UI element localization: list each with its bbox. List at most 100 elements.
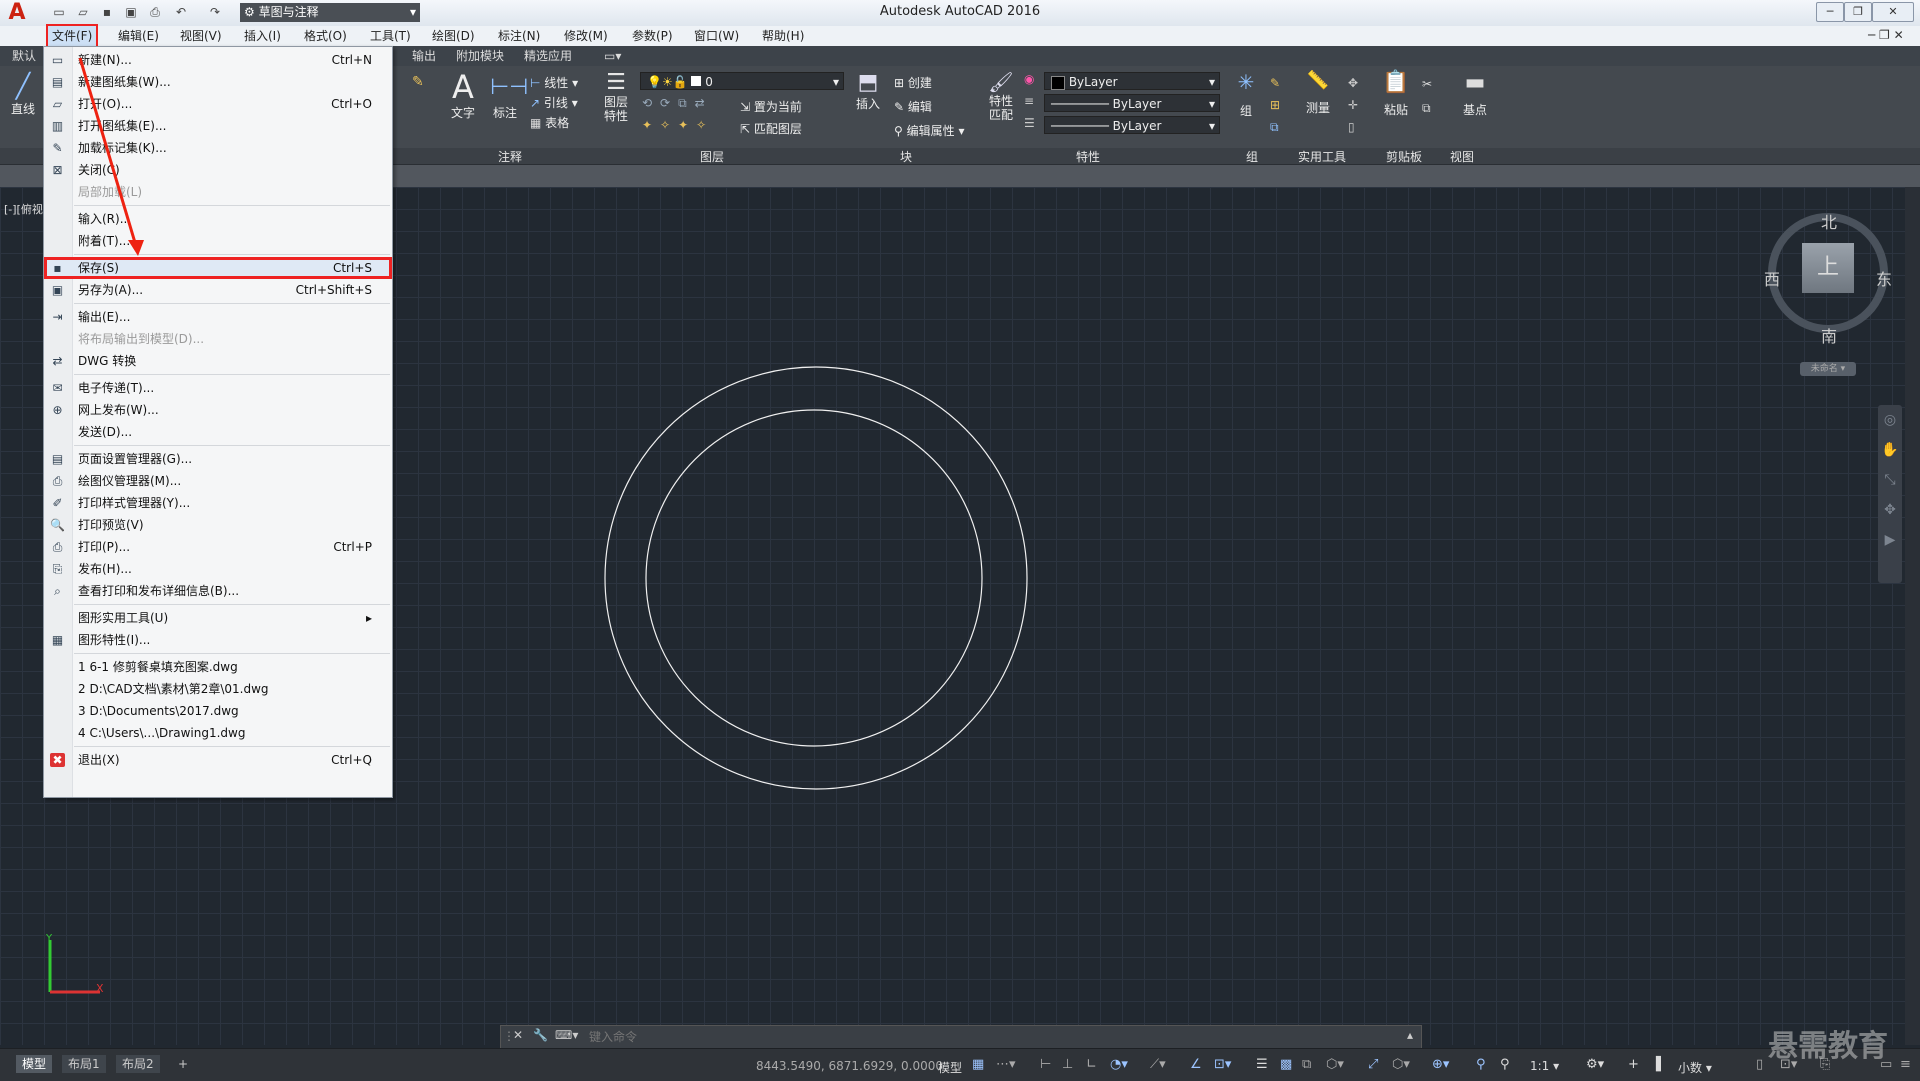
ortho-icon[interactable]: ∟: [1086, 1057, 1097, 1072]
customize-icon[interactable]: 🔧: [533, 1028, 548, 1042]
file-menu-item-30[interactable]: ✖ 退出(X) Ctrl+Q: [44, 749, 392, 771]
menu-edit[interactable]: 编辑(E): [114, 26, 163, 46]
zoom-icon[interactable]: ⤡: [1878, 465, 1902, 495]
file-menu-item-20[interactable]: 🔍 打印预览(V): [44, 514, 392, 536]
layer-tools-icons-2[interactable]: ✦✧✦✧: [642, 118, 714, 132]
utility-panel-title[interactable]: 实用工具: [1298, 148, 1346, 165]
group-tools-icons[interactable]: ✎ ⊞ ⧉: [1270, 72, 1280, 138]
menu-modify[interactable]: 修改(M): [560, 26, 612, 46]
edit-block-button[interactable]: ✎ 编辑: [894, 98, 932, 115]
add-layout-icon[interactable]: +: [172, 1055, 194, 1073]
polar-icon[interactable]: ◔▾: [1110, 1057, 1128, 1072]
menu-dimension[interactable]: 标注(N): [494, 26, 544, 46]
lock-ui-icon[interactable]: ▯: [1756, 1057, 1763, 1072]
menu-format[interactable]: 格式(O): [300, 26, 351, 46]
command-prompt-icon[interactable]: ⌨▾: [555, 1028, 578, 1042]
3d-osnap-icon[interactable]: ⬡▾: [1326, 1057, 1344, 1072]
file-menu-item-13[interactable]: ⇄ DWG 转换: [44, 350, 392, 372]
file-menu-item-29[interactable]: 4 C:\Users\...\Drawing1.dwg: [44, 722, 392, 744]
gizmo-icon[interactable]: ⊕▾: [1432, 1057, 1449, 1072]
doc-window-controls[interactable]: ─ ❐ ✕: [1868, 28, 1904, 42]
menu-insert[interactable]: 插入(I): [240, 26, 285, 46]
insert-block-button[interactable]: ⬒ 插入: [852, 70, 884, 112]
annotation-visibility-icon[interactable]: ⚲: [1476, 1057, 1486, 1072]
menu-tools[interactable]: 工具(T): [366, 26, 415, 46]
steering-wheel-icon[interactable]: ◎: [1878, 405, 1902, 435]
tab-featured-apps[interactable]: 精选应用: [524, 48, 572, 64]
units-dropdown[interactable]: 小数 ▾: [1678, 1059, 1712, 1076]
file-menu-item-26[interactable]: 1 6-1 修剪餐桌填充图案.dwg: [44, 656, 392, 678]
minimize-button[interactable]: ─: [1816, 2, 1844, 22]
grid-icon[interactable]: ▦: [972, 1057, 984, 1072]
file-menu-item-24[interactable]: 图形实用工具(U) ▸: [44, 607, 392, 629]
layer-dropdown[interactable]: 💡☀🔓 0 ▾: [640, 72, 844, 90]
file-menu-item-9[interactable]: ▪ 保存(S) Ctrl+S: [44, 257, 392, 279]
file-menu-item-1[interactable]: ▤ 新建图纸集(W)...: [44, 71, 392, 93]
customization-icon[interactable]: ≡: [1900, 1057, 1911, 1072]
tab-output[interactable]: 输出: [412, 48, 436, 64]
table-button[interactable]: ▦ 表格: [530, 114, 569, 131]
layout-tab-1[interactable]: 布局1: [62, 1055, 106, 1073]
match-layer-button[interactable]: ⇱ 匹配图层: [740, 120, 802, 137]
file-menu-item-5[interactable]: ⊠ 关闭(C): [44, 159, 392, 181]
layer-tools-icons[interactable]: ⟲⟳⧉⇄: [642, 96, 713, 111]
lineweight-toggle-icon[interactable]: ☰: [1256, 1057, 1268, 1072]
maximize-button[interactable]: ❐: [1844, 2, 1872, 22]
text-tool-button[interactable]: A 文字: [448, 70, 478, 121]
isodraft-icon[interactable]: ⟋▾: [1150, 1057, 1166, 1072]
pan-icon[interactable]: ✋: [1878, 435, 1902, 465]
paste-button[interactable]: 📋 粘贴: [1380, 70, 1412, 118]
color-dropdown[interactable]: ByLayer ▾: [1044, 72, 1220, 90]
group-button[interactable]: ✳ 组: [1232, 70, 1260, 119]
annotation-monitor-icon[interactable]: +: [1628, 1057, 1639, 1072]
viewcube-west[interactable]: 西: [1764, 266, 1780, 290]
command-input[interactable]: [587, 1027, 1411, 1047]
annotate-panel-title[interactable]: 注释: [498, 148, 522, 165]
file-menu-item-3[interactable]: ▥ 打开图纸集(E)...: [44, 115, 392, 137]
menu-file[interactable]: 文件(F): [45, 24, 99, 48]
edit-attributes-button[interactable]: ⚲ 编辑属性 ▾: [894, 122, 964, 139]
workspace-switch-icon[interactable]: ⚙▾: [1586, 1057, 1604, 1072]
close-command-icon[interactable]: ✕: [513, 1028, 523, 1042]
file-menu-item-11[interactable]: ⇥ 输出(E)...: [44, 306, 392, 328]
vertical-scrollbar[interactable]: [1905, 187, 1920, 1045]
file-menu-item-27[interactable]: 2 D:\CAD文档\素材\第2章\01.dwg: [44, 678, 392, 700]
transparency-icon[interactable]: ▩: [1280, 1057, 1292, 1072]
file-menu-item-21[interactable]: ⎙ 打印(P)... Ctrl+P: [44, 536, 392, 558]
viewcube-north[interactable]: 北: [1821, 209, 1837, 233]
showmotion-icon[interactable]: ▶: [1878, 525, 1902, 555]
file-menu-item-14[interactable]: ✉ 电子传递(T)...: [44, 377, 392, 399]
viewcube-east[interactable]: 东: [1876, 266, 1892, 290]
menu-help[interactable]: 帮助(H): [758, 26, 808, 46]
viewcube-top-face[interactable]: 上: [1802, 243, 1854, 293]
navigation-bar[interactable]: ◎ ✋ ⤡ ✥ ▶: [1878, 405, 1902, 583]
snap-icon[interactable]: ⋯▾: [996, 1057, 1016, 1072]
match-properties-button[interactable]: 🖌 特性 匹配: [986, 70, 1016, 122]
close-window-button[interactable]: ✕: [1872, 2, 1914, 22]
menu-draw[interactable]: 绘图(D): [428, 26, 479, 46]
block-panel-title[interactable]: 块: [900, 148, 912, 165]
coordinates-readout[interactable]: 8443.5490, 6871.6929, 0.0000: [756, 1059, 943, 1073]
selection-cycling-icon[interactable]: ⧉: [1302, 1057, 1311, 1072]
viewcube-south[interactable]: 南: [1821, 323, 1837, 347]
file-menu-item-0[interactable]: ▭ 新建(N)... Ctrl+N: [44, 49, 392, 71]
layer-panel-title[interactable]: 图层: [700, 148, 724, 165]
linetype-dropdown[interactable]: ──────── ByLayer ▾: [1044, 94, 1220, 112]
clipboard-panel-title[interactable]: 剪贴板: [1386, 148, 1422, 165]
model-space-button[interactable]: 模型: [938, 1059, 962, 1076]
menu-parametric[interactable]: 参数(P): [628, 26, 677, 46]
dynamic-input-icon[interactable]: ⊥: [1062, 1057, 1073, 1072]
file-menu-item-2[interactable]: ▱ 打开(O)... Ctrl+O: [44, 93, 392, 115]
set-current-button[interactable]: ⇲ 置为当前: [740, 98, 802, 115]
quick-props-icon[interactable]: ▌: [1656, 1057, 1666, 1072]
file-menu-item-25[interactable]: ▦ 图形特性(I)...: [44, 629, 392, 651]
line-tool-button[interactable]: ╱ 直线: [6, 72, 40, 128]
file-menu-item-4[interactable]: ✎ 加载标记集(K)...: [44, 137, 392, 159]
dynamic-ucs-icon[interactable]: ⤢: [1368, 1057, 1378, 1072]
tab-home[interactable]: 默认: [12, 48, 36, 64]
pencil-icon[interactable]: ✎: [412, 74, 424, 90]
cut-copy-icons[interactable]: ✂ ⧉: [1422, 72, 1432, 120]
linear-dim-button[interactable]: ⊢ 线性 ▾: [530, 74, 578, 91]
file-menu-item-18[interactable]: ⎙ 绘图仪管理器(M)...: [44, 470, 392, 492]
file-menu-item-17[interactable]: ▤ 页面设置管理器(G)...: [44, 448, 392, 470]
